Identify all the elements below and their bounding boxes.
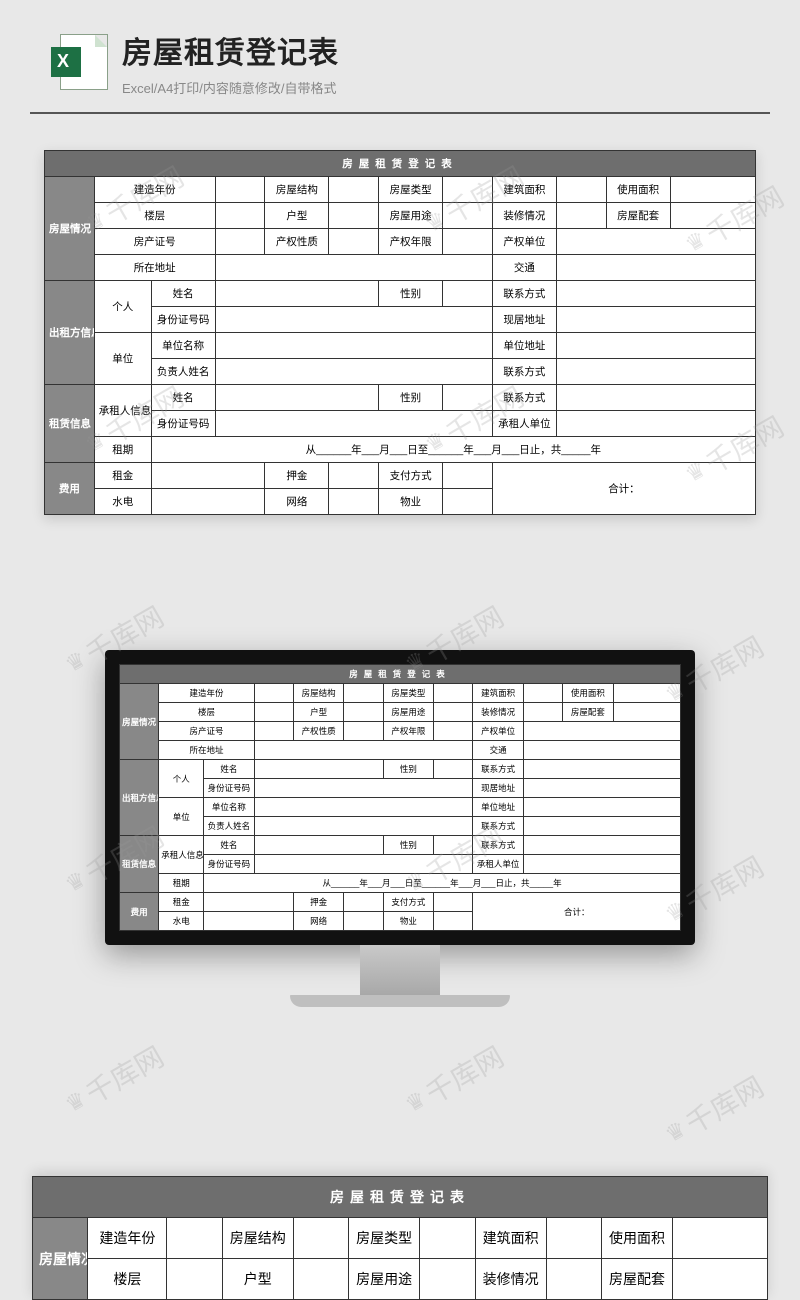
label: 房产证号	[94, 229, 215, 255]
section-fee: 费用	[45, 463, 95, 515]
label: 产权性质	[265, 229, 329, 255]
label: 承租人信息	[94, 385, 151, 437]
label: 押金	[265, 463, 329, 489]
label: 网络	[265, 489, 329, 515]
spreadsheet-preview-bottom: 房屋租赁登记表 房屋情况 建造年份 房屋结构 房屋类型 建筑面积 使用面积 楼层…	[32, 1176, 768, 1300]
label: 单位地址	[492, 333, 556, 359]
label: 性别	[379, 385, 443, 411]
page-subtitle: Excel/A4打印/内容随意修改/自带格式	[122, 78, 339, 97]
section-house: 房屋情况	[45, 177, 95, 281]
label: 联系方式	[492, 359, 556, 385]
label: 姓名	[151, 281, 215, 307]
label: 身份证号码	[151, 411, 215, 437]
section-lessee: 租赁信息	[45, 385, 95, 463]
label: 单位名称	[151, 333, 215, 359]
label: 装修情况	[492, 203, 556, 229]
label: 建筑面积	[492, 177, 556, 203]
form-table: 房屋租赁登记表 房屋情况 建造年份 房屋结构 房屋类型 建筑面积 使用面积 楼层…	[44, 150, 756, 515]
label: 物业	[379, 489, 443, 515]
table-title: 房屋租赁登记表	[45, 151, 756, 177]
label: 所在地址	[94, 255, 215, 281]
excel-icon	[60, 34, 108, 90]
label: 楼层	[94, 203, 215, 229]
section-lessor: 出租方信息	[45, 281, 95, 385]
label-total: 合计：	[492, 463, 755, 515]
label: 户型	[265, 203, 329, 229]
term-text: 从______年___月___日至______年___月___日止，共_____…	[151, 437, 755, 463]
label: 房屋用途	[379, 203, 443, 229]
label: 单位	[94, 333, 151, 385]
page-title: 房屋租赁登记表	[122, 28, 339, 72]
label: 负责人姓名	[151, 359, 215, 385]
label: 租期	[94, 437, 151, 463]
label: 使用面积	[606, 177, 670, 203]
label: 联系方式	[492, 281, 556, 307]
spreadsheet-preview-top: 房屋租赁登记表 房屋情况 建造年份 房屋结构 房屋类型 建筑面积 使用面积 楼层…	[44, 150, 756, 515]
page-header: 房屋租赁登记表 Excel/A4打印/内容随意修改/自带格式	[60, 28, 770, 97]
header-divider	[30, 112, 770, 114]
label: 个人	[94, 281, 151, 333]
label: 水电	[94, 489, 151, 515]
label: 现居地址	[492, 307, 556, 333]
label: 房屋结构	[265, 177, 329, 203]
label: 支付方式	[379, 463, 443, 489]
label: 房屋配套	[606, 203, 670, 229]
label: 性别	[379, 281, 443, 307]
label: 姓名	[151, 385, 215, 411]
label: 产权年限	[379, 229, 443, 255]
label: 租金	[94, 463, 151, 489]
form-table-bottom: 房屋租赁登记表 房屋情况 建造年份 房屋结构 房屋类型 建筑面积 使用面积 楼层…	[32, 1176, 768, 1300]
label: 身份证号码	[151, 307, 215, 333]
form-table-monitor: 房屋租赁登记表 房屋情况 建造年份 房屋结构 房屋类型 建筑面积 使用面积 楼层…	[119, 664, 681, 931]
label: 房屋类型	[379, 177, 443, 203]
label: 联系方式	[492, 385, 556, 411]
label: 交通	[492, 255, 556, 281]
label: 建造年份	[94, 177, 215, 203]
label: 承租人单位	[492, 411, 556, 437]
label: 产权单位	[492, 229, 556, 255]
monitor-mockup: 房屋租赁登记表 房屋情况 建造年份 房屋结构 房屋类型 建筑面积 使用面积 楼层…	[105, 650, 695, 1007]
